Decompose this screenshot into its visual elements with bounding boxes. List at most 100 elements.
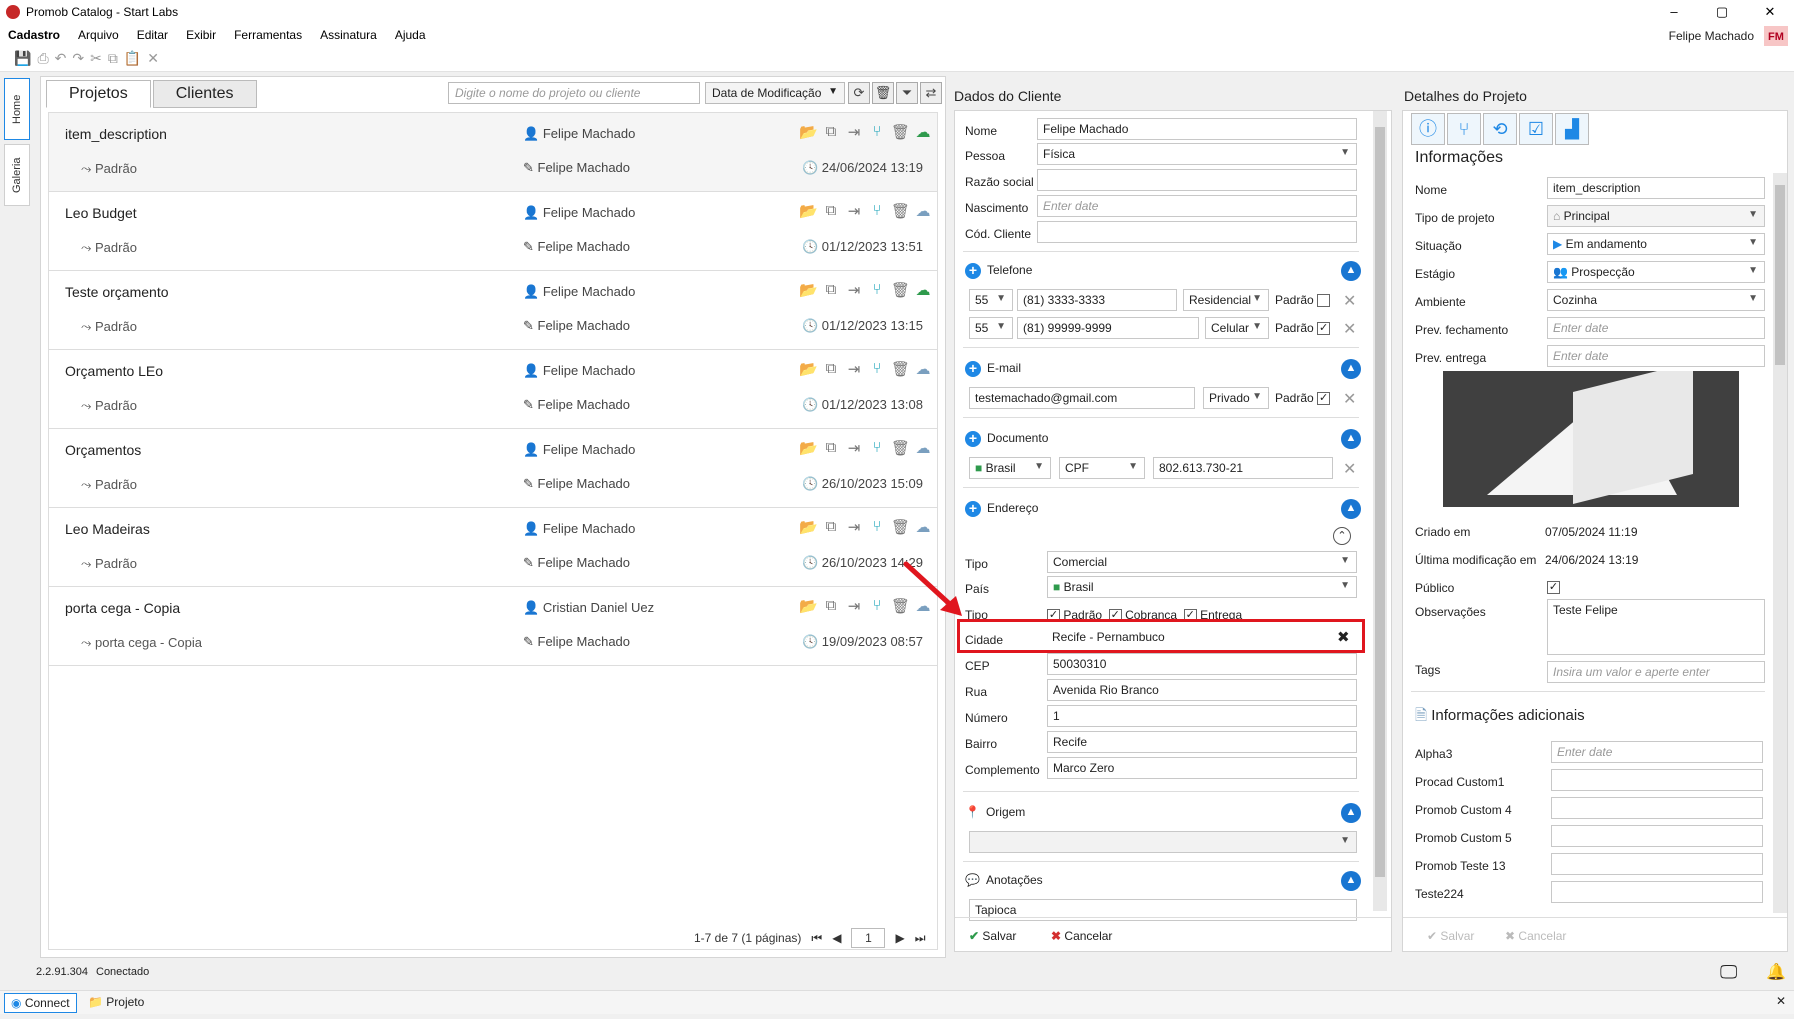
- padrao-checkbox[interactable]: [1317, 294, 1331, 308]
- collapse-icon[interactable]: ▲: [1341, 803, 1361, 823]
- publico-checkbox[interactable]: ✓: [1547, 581, 1560, 594]
- origem-select[interactable]: ▼: [969, 831, 1357, 853]
- trash-icon[interactable]: 🗑: [891, 439, 910, 457]
- export-icon[interactable]: ⇥: [845, 439, 863, 457]
- trash-icon[interactable]: 🗑: [891, 202, 910, 220]
- cancel-button[interactable]: ✖ Cancelar: [1051, 929, 1112, 943]
- screens-icon[interactable]: 🖵: [1720, 962, 1737, 983]
- bairro-field[interactable]: Recife: [1047, 731, 1357, 753]
- page-input[interactable]: 1: [851, 928, 886, 948]
- menu-arquivo[interactable]: Arquivo: [78, 28, 119, 42]
- collapse-icon[interactable]: ▲: [1341, 499, 1361, 519]
- folder-icon[interactable]: 📂: [799, 123, 818, 141]
- export-icon[interactable]: ⇥: [845, 202, 863, 220]
- cloud-icon[interactable]: ☁: [914, 281, 932, 299]
- checklist-icon[interactable]: ☑: [1519, 113, 1553, 145]
- remove-icon[interactable]: ✕: [1343, 319, 1356, 339]
- paste-icon[interactable]: 📋: [124, 50, 141, 67]
- branch-icon[interactable]: ⑂: [868, 202, 886, 220]
- ddi-select[interactable]: 55 ▼: [969, 317, 1013, 339]
- complemento-field[interactable]: Marco Zero: [1047, 757, 1357, 779]
- details-save-button[interactable]: ✔ Salvar: [1427, 929, 1474, 943]
- ambiente-select[interactable]: Cozinha ▼: [1547, 289, 1765, 311]
- details-cancel-button[interactable]: ✖ Cancelar: [1505, 929, 1566, 943]
- folder-icon[interactable]: 📂: [799, 597, 818, 615]
- table-row[interactable]: Orçamentos ⤳ Padrão 👤 Felipe Machado ✎ F…: [49, 429, 937, 508]
- user-name[interactable]: Felipe Machado: [1669, 29, 1754, 43]
- obs-field[interactable]: Teste Felipe: [1547, 599, 1765, 655]
- add-icon[interactable]: +: [965, 431, 981, 447]
- side-tab-home[interactable]: Home: [4, 78, 30, 140]
- teste224-field[interactable]: [1551, 881, 1763, 903]
- add-icon[interactable]: +: [965, 263, 981, 279]
- promob-custom4-field[interactable]: [1551, 797, 1763, 819]
- table-row[interactable]: item_description ⤳ Padrão 👤 Felipe Macha…: [49, 113, 937, 192]
- phone-type-select[interactable]: Residencial ▼: [1183, 289, 1269, 311]
- menu-editar[interactable]: Editar: [137, 28, 168, 42]
- rua-field[interactable]: Avenida Rio Branco: [1047, 679, 1357, 701]
- copy-icon[interactable]: ⧉: [822, 597, 840, 615]
- phone-type-select[interactable]: Celular ▼: [1205, 317, 1269, 339]
- add-icon[interactable]: +: [965, 501, 981, 517]
- tab-projetos[interactable]: Projetos: [46, 80, 151, 108]
- procad-custom1-field[interactable]: [1551, 769, 1763, 791]
- branch-icon[interactable]: ⑂: [868, 439, 886, 457]
- cloud-icon[interactable]: ☁: [914, 202, 932, 220]
- nome-field[interactable]: Felipe Machado: [1037, 118, 1357, 140]
- export-icon[interactable]: ⇥: [845, 518, 863, 536]
- print-icon[interactable]: ⎙: [37, 50, 48, 67]
- cloud-icon[interactable]: ☁: [914, 123, 932, 141]
- search-input[interactable]: Digite o nome do projeto ou cliente: [448, 82, 700, 104]
- trash-icon[interactable]: 🗑: [891, 518, 910, 536]
- promob-custom5-field[interactable]: [1551, 825, 1763, 847]
- collapse-icon[interactable]: ▲: [1341, 429, 1361, 449]
- menu-exibir[interactable]: Exibir: [186, 28, 216, 42]
- tab-clientes[interactable]: Clientes: [152, 80, 257, 108]
- collapse-address-icon[interactable]: ⌃: [1333, 527, 1351, 545]
- history-icon[interactable]: ⟲: [1483, 113, 1517, 145]
- swap-button[interactable]: ⇄: [920, 82, 942, 104]
- sort-select[interactable]: Data de Modificação ▼: [705, 82, 845, 104]
- collapse-icon[interactable]: ▲: [1341, 359, 1361, 379]
- next-page-icon[interactable]: ▶: [895, 931, 904, 945]
- doc-field[interactable]: 802.613.730-21: [1153, 457, 1333, 479]
- trash-icon[interactable]: 🗑: [891, 360, 910, 378]
- promob-teste13-field[interactable]: [1551, 853, 1763, 875]
- redo-icon[interactable]: ↷: [72, 50, 84, 67]
- close-button[interactable]: ✕: [1746, 0, 1794, 24]
- avatar[interactable]: FM: [1764, 26, 1788, 48]
- maximize-button[interactable]: ▢: [1698, 0, 1746, 24]
- delete-icon[interactable]: ✕: [147, 50, 159, 67]
- table-row[interactable]: Orçamento LEo ⤳ Padrão 👤 Felipe Machado …: [49, 350, 937, 429]
- doc-country-select[interactable]: ■ Brasil ▼: [969, 457, 1051, 479]
- copy-icon[interactable]: ⧉: [108, 50, 118, 67]
- branch-icon[interactable]: ⑂: [868, 281, 886, 299]
- details-scrollbar[interactable]: [1773, 173, 1787, 913]
- branch-icon[interactable]: ⑂: [868, 518, 886, 536]
- branch-icon[interactable]: ⑂: [868, 360, 886, 378]
- export-icon[interactable]: ⇥: [845, 597, 863, 615]
- add-icon[interactable]: +: [965, 361, 981, 377]
- save-button[interactable]: ✔ Salvar: [969, 929, 1016, 943]
- phone-field[interactable]: (81) 3333-3333: [1017, 289, 1177, 311]
- copy-icon[interactable]: ⧉: [822, 123, 840, 141]
- cod-field[interactable]: [1037, 221, 1357, 243]
- trash-icon[interactable]: 🗑: [891, 281, 910, 299]
- pessoa-select[interactable]: Física ▼: [1037, 143, 1357, 165]
- folder-icon[interactable]: 📂: [799, 360, 818, 378]
- side-tab-galeria[interactable]: Galeria: [4, 144, 30, 206]
- copy-icon[interactable]: ⧉: [822, 518, 840, 536]
- copy-icon[interactable]: ⧉: [822, 439, 840, 457]
- bell-icon[interactable]: 🔔: [1766, 962, 1786, 982]
- prev-page-icon[interactable]: ◀: [832, 931, 841, 945]
- prev-entrega-field[interactable]: Enter date: [1547, 345, 1765, 367]
- email-field[interactable]: testemachado@gmail.com: [969, 387, 1195, 409]
- end-pais-select[interactable]: ■ Brasil ▼: [1047, 576, 1357, 598]
- remove-icon[interactable]: ✕: [1343, 389, 1356, 409]
- export-icon[interactable]: ⇥: [845, 281, 863, 299]
- export-icon[interactable]: ⇥: [845, 360, 863, 378]
- cloud-icon[interactable]: ☁: [914, 518, 932, 536]
- undo-icon[interactable]: ↶: [55, 50, 67, 67]
- table-row[interactable]: Teste orçamento ⤳ Padrão 👤 Felipe Machad…: [49, 271, 937, 350]
- phone-field[interactable]: (81) 99999-9999: [1017, 317, 1199, 339]
